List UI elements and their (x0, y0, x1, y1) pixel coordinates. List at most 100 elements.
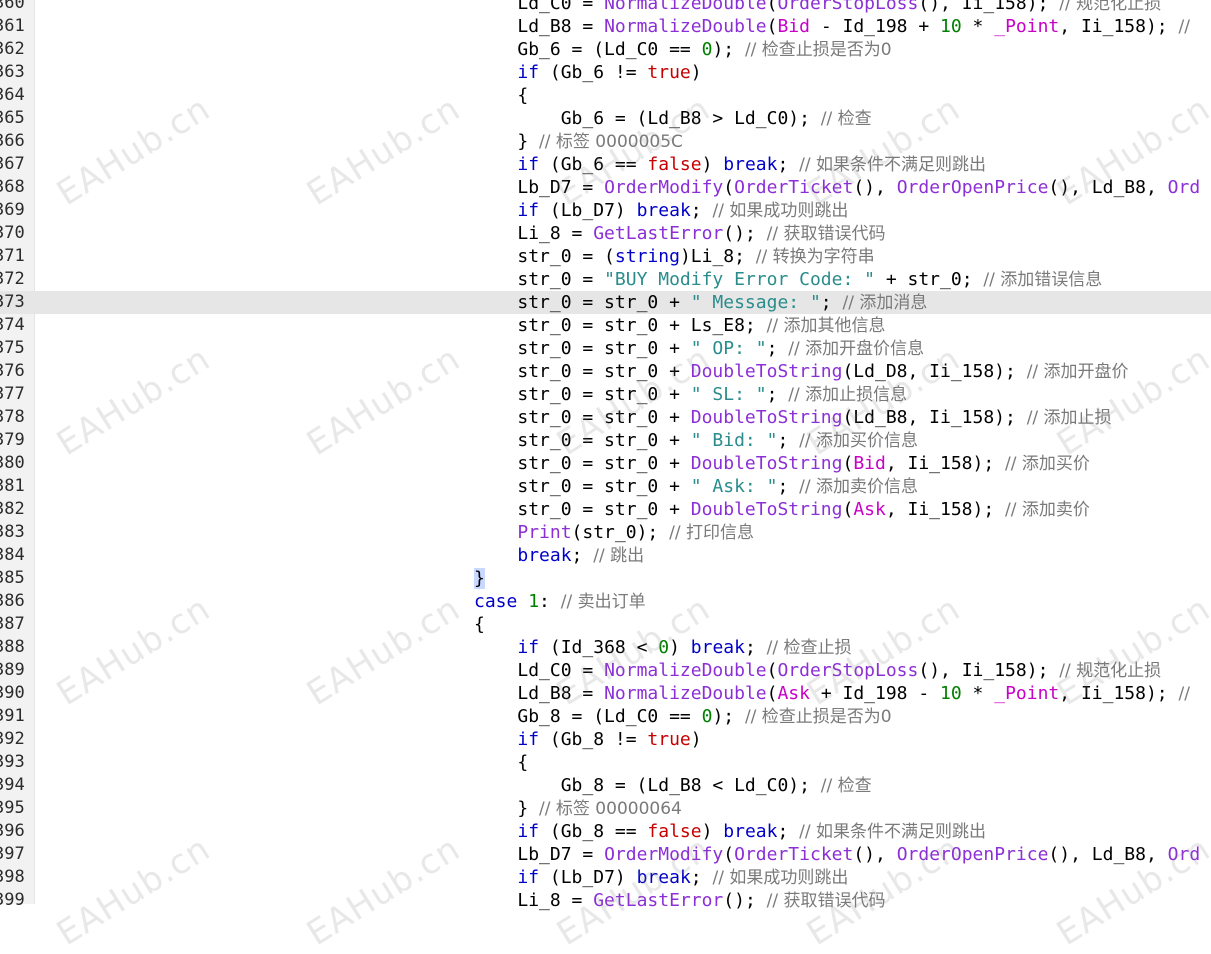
code-line[interactable]: 379 str_0 = str_0 + " Bid: "; // 添加买价信息 (0, 429, 1211, 452)
line-number: 376 (0, 361, 25, 381)
code-token: break (517, 545, 572, 566)
code-editor[interactable]: 360 Ld_C0 = NormalizeDouble(OrderStopLos… (0, 0, 1211, 911)
code-token: (str_0); (571, 522, 670, 543)
code-line[interactable]: 370 Li_8 = GetLastError(); // 获取错误代码 (0, 222, 1211, 245)
code-line[interactable]: 398 if (Lb_D7) break; // 如果成功则跳出 (0, 866, 1211, 889)
code-token: NormalizeDouble (604, 660, 767, 681)
code-comment: // 添加错误信息 (983, 270, 1103, 290)
code-comment: // 打印信息 (669, 523, 754, 543)
code-comment: // 检查止损是否为0 (744, 707, 892, 727)
code-token: if (517, 200, 540, 221)
code-token: Ld_B8 = (517, 683, 605, 704)
code-line[interactable]: 389 Ld_C0 = NormalizeDouble(OrderStopLos… (0, 659, 1211, 682)
code-line[interactable]: 378 str_0 = str_0 + DoubleToString(Ld_B8… (0, 406, 1211, 429)
code-line[interactable]: 376 str_0 = str_0 + DoubleToString(Ld_D8… (0, 360, 1211, 383)
code-line[interactable]: 393 { (0, 751, 1211, 774)
code-line[interactable]: 377 str_0 = str_0 + " SL: "; // 添加止损信息 (0, 383, 1211, 406)
code-line[interactable]: 382 str_0 = str_0 + DoubleToString(Ask, … (0, 498, 1211, 521)
code-text: Li_8 = GetLastError(); // 获取错误代码 (474, 222, 885, 246)
code-token: str_0 = str_0 + (517, 453, 691, 474)
code-line[interactable]: 369 if (Lb_D7) break; // 如果成功则跳出 (0, 199, 1211, 222)
code-comment: // 卖出订单 (560, 592, 646, 612)
code-line[interactable]: 386 case 1: // 卖出订单 (0, 590, 1211, 613)
code-token: Gb_8 = (Ld_B8 < Ld_C0); (560, 775, 821, 796)
code-token: Li_8 = (517, 890, 594, 911)
code-token: ; (744, 637, 767, 658)
code-line[interactable]: 366 } // 标签 0000005C (0, 130, 1211, 153)
code-token: (Lb_D7) (539, 867, 637, 888)
code-token: , Ii_158); (1059, 683, 1179, 704)
code-token: ( (842, 499, 854, 520)
code-line[interactable]: 394 Gb_8 = (Ld_B8 < Ld_C0); // 检查 (0, 774, 1211, 797)
code-token: (), Ii_158); (918, 660, 1060, 681)
code-comment: // 添加买价信息 (799, 431, 918, 451)
code-token: (), Ld_B8, (1048, 844, 1168, 865)
code-line[interactable]: 387 { (0, 613, 1211, 636)
code-token: (), (853, 177, 897, 198)
code-line[interactable]: 384 break; // 跳出 (0, 544, 1211, 567)
code-token: string (614, 246, 680, 267)
code-line[interactable]: 363 if (Gb_6 != true) (0, 61, 1211, 84)
code-line[interactable]: 397 Lb_D7 = OrderModify(OrderTicket(), O… (0, 843, 1211, 866)
code-line[interactable]: 373 str_0 = str_0 + " Message: "; // 添加消… (0, 291, 1211, 314)
code-line[interactable]: 383 Print(str_0); // 打印信息 (0, 521, 1211, 544)
code-token: Ld_C0 = (517, 660, 605, 681)
line-number: 367 (0, 154, 25, 174)
code-line[interactable]: 361 Ld_B8 = NormalizeDouble(Bid - Id_198… (0, 15, 1211, 38)
code-line[interactable]: 365 Gb_6 = (Ld_B8 > Ld_C0); // 检查 (0, 107, 1211, 130)
code-line[interactable]: 371 str_0 = (string)Li_8; // 转换为字符串 (0, 245, 1211, 268)
code-line[interactable]: 374 str_0 = str_0 + Ls_E8; // 添加其他信息 (0, 314, 1211, 337)
code-line[interactable]: 367 if (Gb_6 == false) break; // 如果条件不满足… (0, 153, 1211, 176)
code-line[interactable]: 368 Lb_D7 = OrderModify(OrderTicket(), O… (0, 176, 1211, 199)
line-number: 370 (0, 223, 25, 243)
code-token: str_0 = str_0 + (517, 407, 691, 428)
line-number: 365 (0, 108, 25, 128)
code-comment: // 添加卖价 (1005, 500, 1090, 520)
code-comment: // 检查 (820, 109, 872, 129)
code-line[interactable]: 390 Ld_B8 = NormalizeDouble(Ask + Id_198… (0, 682, 1211, 705)
code-line[interactable]: 399 Li_8 = GetLastError(); // 获取错误代码 (0, 889, 1211, 912)
code-text: str_0 = "BUY Modify Error Code: " + str_… (474, 268, 1102, 292)
code-token: 0 (701, 706, 713, 727)
code-text: str_0 = str_0 + " Message: "; // 添加消息 (474, 291, 927, 315)
code-token: + str_0; (875, 269, 984, 290)
code-line[interactable]: 396 if (Gb_8 == false) break; // 如果条件不满足… (0, 820, 1211, 843)
line-number: 369 (0, 200, 25, 220)
code-text: if (Gb_6 == false) break; // 如果条件不满足则跳出 (474, 153, 986, 177)
code-line[interactable]: 392 if (Gb_8 != true) (0, 728, 1211, 751)
code-line[interactable]: 372 str_0 = "BUY Modify Error Code: " + … (0, 268, 1211, 291)
code-token: { (517, 85, 529, 106)
code-line[interactable]: 375 str_0 = str_0 + " OP: "; // 添加开盘价信息 (0, 337, 1211, 360)
line-number: 380 (0, 453, 25, 473)
code-line[interactable]: 391 Gb_8 = (Ld_C0 == 0); // 检查止损是否为0 (0, 705, 1211, 728)
code-token: str_0 = (517, 269, 605, 290)
code-comment: // 检查止损是否为0 (744, 40, 892, 60)
code-token: (); (723, 223, 767, 244)
code-token: " Ask: " (690, 476, 778, 497)
code-token: OrderOpenPrice (896, 844, 1049, 865)
code-comment: // 如果成功则跳出 (712, 868, 849, 888)
code-token: ) (669, 637, 691, 658)
code-line[interactable]: 381 str_0 = str_0 + " Ask: "; // 添加卖价信息 (0, 475, 1211, 498)
code-token: * (961, 683, 995, 704)
code-line[interactable]: 385} (0, 567, 1211, 590)
code-token: Li_8 = (517, 223, 594, 244)
code-line[interactable]: 360 Ld_C0 = NormalizeDouble(OrderStopLos… (0, 0, 1211, 15)
code-text: } // 标签 0000005C (474, 130, 683, 154)
code-line[interactable]: 362 Gb_6 = (Ld_C0 == 0); // 检查止损是否为0 (0, 38, 1211, 61)
code-line[interactable]: 364 { (0, 84, 1211, 107)
code-text: Ld_B8 = NormalizeDouble(Ask + Id_198 - 1… (474, 682, 1190, 706)
code-token: (Gb_6 != (539, 62, 648, 83)
code-text: { (474, 613, 485, 636)
code-text: Li_8 = GetLastError(); // 获取错误代码 (474, 889, 885, 913)
line-number: 373 (0, 292, 25, 312)
code-token: if (517, 729, 540, 750)
code-line[interactable]: 388 if (Id_368 < 0) break; // 检查止损 (0, 636, 1211, 659)
code-text: Ld_B8 = NormalizeDouble(Bid - Id_198 + 1… (474, 15, 1190, 39)
code-line[interactable]: 380 str_0 = str_0 + DoubleToString(Bid, … (0, 452, 1211, 475)
line-number: 383 (0, 522, 25, 542)
code-line[interactable]: 395 } // 标签 00000064 (0, 797, 1211, 820)
code-token: GetLastError (593, 890, 724, 911)
code-token: { (474, 614, 485, 635)
